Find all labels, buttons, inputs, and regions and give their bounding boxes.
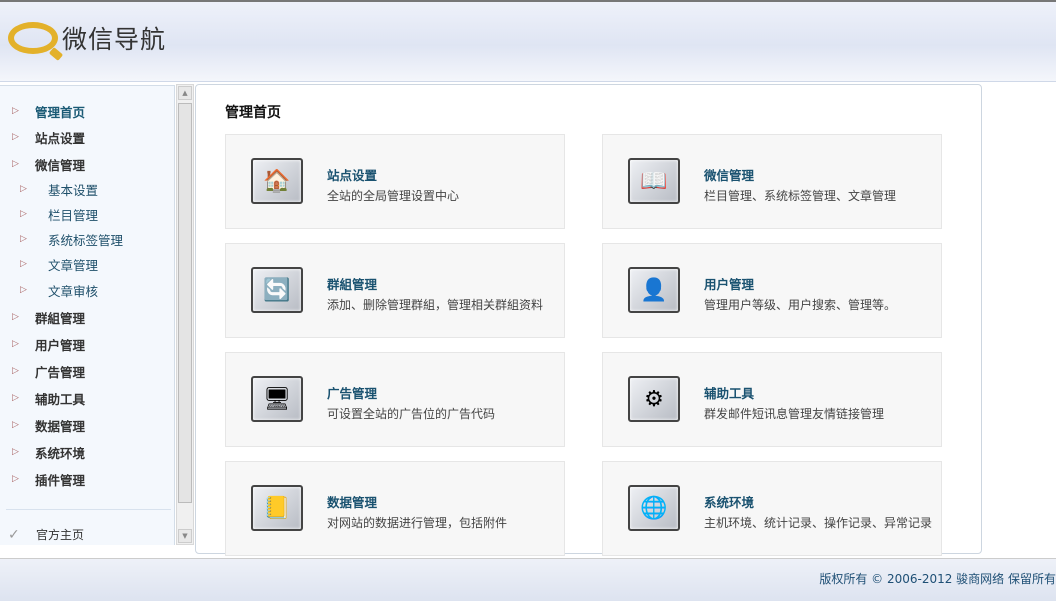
sidebar-item[interactable]: ▷ 数据管理 bbox=[0, 415, 175, 435]
sidebar-item-label: 文章审核 bbox=[48, 283, 99, 299]
sidebar-item-label: 管理首页 bbox=[35, 104, 86, 120]
globe-icon: 🌐 bbox=[628, 485, 680, 531]
card-title[interactable]: 用户管理 bbox=[704, 274, 754, 293]
main-panel: 管理首页 🏠 站点设置全站的全局管理设置中心 📖 微信管理栏目管理、系统标签管理、文章… bbox=[195, 84, 982, 556]
chevron-right-icon: ▷ bbox=[12, 132, 19, 142]
card-title[interactable]: 广告管理 bbox=[327, 383, 377, 402]
logo-bubble-icon bbox=[8, 22, 58, 54]
sidebar-item[interactable]: ▷ 文章管理 bbox=[0, 254, 175, 274]
card-title[interactable]: 辅助工具 bbox=[704, 383, 754, 402]
sidebar-item[interactable]: ▷ 广告管理 bbox=[0, 361, 175, 381]
group-icon: 🔄 bbox=[251, 267, 303, 313]
card-description: 添加、删除管理群組，管理相关群組资料 bbox=[327, 298, 544, 312]
monitor-icon: 🖥 bbox=[251, 376, 303, 422]
user-icon: 👤 bbox=[628, 267, 680, 313]
module-card[interactable]: 🔄 群組管理添加、删除管理群組，管理相关群組资料 bbox=[225, 243, 565, 338]
sidebar-item-label: 插件管理 bbox=[35, 472, 86, 488]
sidebar-item[interactable]: ▷ 用户管理 bbox=[0, 334, 175, 354]
module-card[interactable]: 🖥 广告管理可设置全站的广告位的广告代码 bbox=[225, 352, 565, 447]
sidebar-item[interactable]: ▷ 系统标签管理 bbox=[0, 229, 175, 249]
sidebar-item[interactable]: ▷ 站点设置 bbox=[0, 127, 175, 147]
chevron-right-icon: ▷ bbox=[20, 285, 27, 295]
official-home-label: 官方主页 bbox=[36, 528, 85, 542]
chevron-right-icon: ▷ bbox=[12, 447, 19, 457]
card-title[interactable]: 群組管理 bbox=[327, 274, 377, 293]
sidebar-item-label: 用户管理 bbox=[35, 337, 86, 353]
sidebar-item[interactable]: ▷ 基本设置 bbox=[0, 179, 175, 199]
sidebar-item[interactable]: ▷ 群組管理 bbox=[0, 307, 175, 327]
sidebar-item[interactable]: ▷ 文章审核 bbox=[0, 280, 175, 300]
gear-icon: ⚙ bbox=[628, 376, 680, 422]
sidebar-item-label: 文章管理 bbox=[48, 257, 99, 273]
scroll-thumb[interactable] bbox=[178, 103, 192, 503]
sidebar: ✓ 官方主页 ▷ 管理首页 ▷ 站点设置 ▷ 微信管理 ▷ 基本设置 ▷ 栏目管理 ▷ 系统标签管理 ▷… bbox=[0, 85, 175, 545]
chevron-right-icon: ▷ bbox=[12, 106, 19, 116]
module-card[interactable]: 📒 数据管理对网站的数据进行管理，包括附件 bbox=[225, 461, 565, 556]
sidebar-item-label: 群組管理 bbox=[35, 310, 86, 326]
chevron-right-icon: ▷ bbox=[12, 393, 19, 403]
sidebar-item[interactable]: ▷ 微信管理 bbox=[0, 154, 175, 174]
house-icon: 🏠 bbox=[251, 158, 303, 204]
page-title: 管理首页 bbox=[225, 105, 281, 121]
card-description: 可设置全站的广告位的广告代码 bbox=[327, 407, 496, 421]
sidebar-item-label: 基本设置 bbox=[48, 182, 99, 198]
sidebar-item[interactable]: ▷ 辅助工具 bbox=[0, 388, 175, 408]
chevron-right-icon: ▷ bbox=[20, 184, 27, 194]
module-card[interactable]: 👤 用户管理管理用户等级、用户搜索、管理等。 bbox=[602, 243, 942, 338]
sidebar-item-label: 广告管理 bbox=[35, 364, 86, 380]
chevron-right-icon: ▷ bbox=[20, 209, 27, 219]
sidebar-item-label: 辅助工具 bbox=[35, 391, 86, 407]
card-description: 全站的全局管理设置中心 bbox=[327, 189, 460, 203]
card-title[interactable]: 系统环境 bbox=[704, 492, 754, 511]
copyright: 版权所有 © 2006-2012 骏商网络 保留所有 bbox=[819, 572, 1056, 586]
scroll-down-button[interactable]: ▼ bbox=[178, 529, 192, 543]
chevron-right-icon: ▷ bbox=[20, 234, 27, 244]
chevron-right-icon: ▷ bbox=[12, 420, 19, 430]
sidebar-item[interactable]: ▷ 系统环境 bbox=[0, 442, 175, 462]
sidebar-item[interactable]: ▷ 插件管理 bbox=[0, 469, 175, 489]
card-title[interactable]: 站点设置 bbox=[327, 165, 377, 184]
check-circle-icon: ✓ bbox=[8, 526, 20, 543]
logo[interactable]: 微信导航 bbox=[8, 20, 166, 56]
module-card[interactable]: 📖 微信管理栏目管理、系统标签管理、文章管理 bbox=[602, 134, 942, 229]
sidebar-item-label: 微信管理 bbox=[35, 157, 86, 173]
module-card[interactable]: ⚙ 辅助工具群发邮件短讯息管理友情链接管理 bbox=[602, 352, 942, 447]
sidebar-item-label: 栏目管理 bbox=[48, 207, 99, 223]
card-title[interactable]: 数据管理 bbox=[327, 492, 377, 511]
chevron-right-icon: ▷ bbox=[12, 312, 19, 322]
card-title[interactable]: 微信管理 bbox=[704, 165, 754, 184]
logo-text: 微信导航 bbox=[62, 25, 167, 54]
header: 微信导航 bbox=[0, 0, 1056, 82]
module-card[interactable]: 🌐 系统环境主机环境、统计记录、操作记录、异常记录 bbox=[602, 461, 942, 556]
card-description: 管理用户等级、用户搜索、管理等。 bbox=[704, 298, 897, 312]
footer: 版权所有 © 2006-2012 骏商网络 保留所有 bbox=[0, 558, 1056, 601]
sidebar-divider bbox=[6, 509, 171, 510]
scroll-up-button[interactable]: ▲ bbox=[178, 86, 192, 100]
chevron-right-icon: ▷ bbox=[12, 339, 19, 349]
card-description: 对网站的数据进行管理，包括附件 bbox=[327, 516, 508, 530]
database-icon: 📒 bbox=[251, 485, 303, 531]
chevron-right-icon: ▷ bbox=[12, 159, 19, 169]
notebook-icon: 📖 bbox=[628, 158, 680, 204]
module-card[interactable]: 🏠 站点设置全站的全局管理设置中心 bbox=[225, 134, 565, 229]
sidebar-item-label: 系统标签管理 bbox=[48, 232, 124, 248]
card-description: 主机环境、统计记录、操作记录、异常记录 bbox=[704, 516, 933, 530]
chevron-right-icon: ▷ bbox=[12, 474, 19, 484]
sidebar-item[interactable]: ▷ 栏目管理 bbox=[0, 204, 175, 224]
sidebar-scrollbar[interactable]: ▲ ▼ bbox=[176, 84, 194, 545]
sidebar-item-label: 数据管理 bbox=[35, 418, 86, 434]
official-home-link[interactable]: ✓ 官方主页 bbox=[8, 526, 84, 543]
sidebar-item-label: 系统环境 bbox=[35, 445, 86, 461]
chevron-right-icon: ▷ bbox=[12, 366, 19, 376]
card-description: 栏目管理、系统标签管理、文章管理 bbox=[704, 189, 897, 203]
chevron-right-icon: ▷ bbox=[20, 259, 27, 269]
card-description: 群发邮件短讯息管理友情链接管理 bbox=[704, 407, 885, 421]
sidebar-item[interactable]: ▷ 管理首页 bbox=[0, 101, 175, 121]
sidebar-item-label: 站点设置 bbox=[35, 130, 86, 146]
